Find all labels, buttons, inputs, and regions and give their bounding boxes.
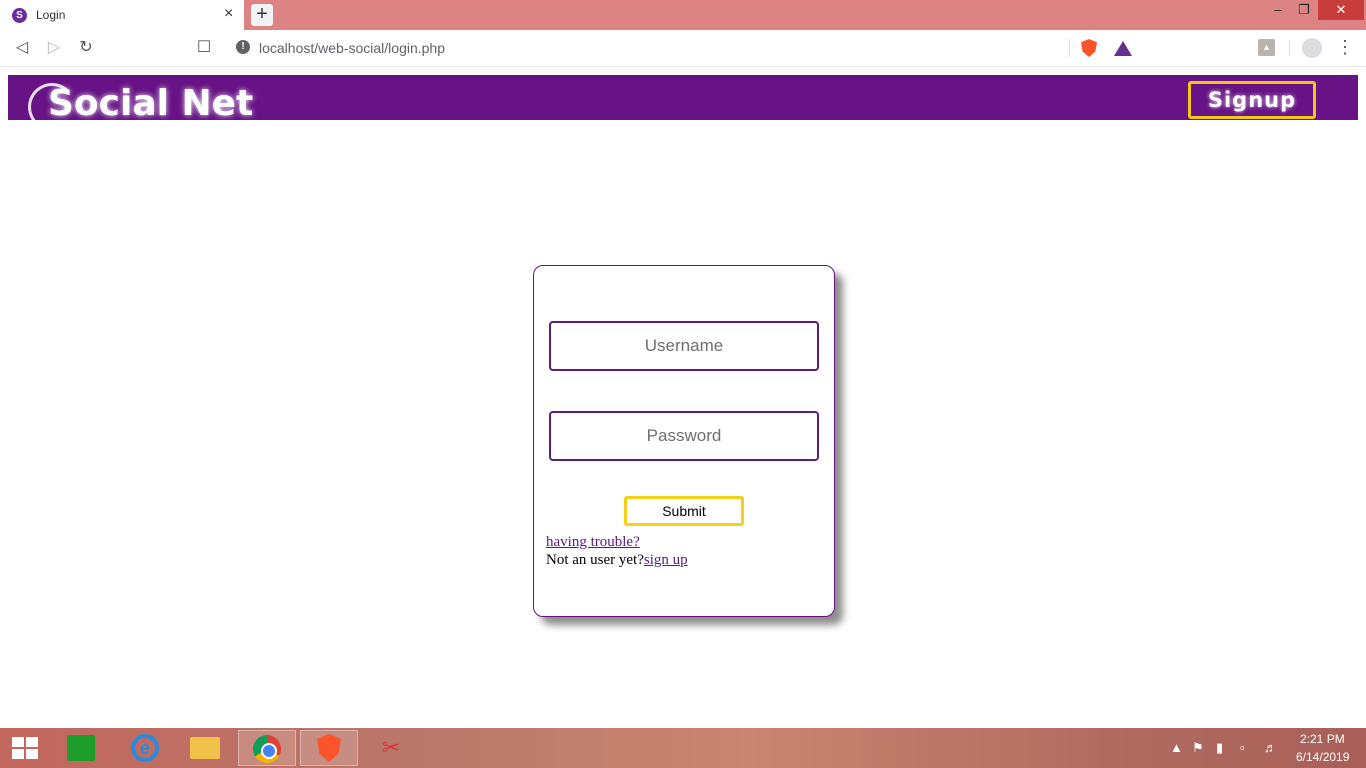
url-text[interactable]: localhost/web-social/login.php [259, 40, 445, 56]
omnibox-divider [1069, 39, 1070, 57]
bat-rewards-icon[interactable] [1114, 41, 1132, 56]
windows-start-icon[interactable] [12, 737, 38, 759]
restore-icon[interactable]: ❐ [1292, 0, 1316, 20]
battery-icon[interactable]: ▮ [1216, 738, 1223, 758]
chrome-icon[interactable] [253, 735, 281, 763]
browser-toolbar: ◁ ▷ ↻ ☐ ! localhost/web-social/login.php… [0, 30, 1366, 67]
tab-login[interactable]: S Login × [0, 0, 244, 30]
action-center-flag-icon[interactable]: ⚑ [1192, 738, 1204, 758]
show-hidden-icons-icon[interactable]: ▲ [1170, 738, 1183, 758]
signup-button[interactable]: Signup [1188, 81, 1316, 119]
menu-icon[interactable]: ⋮ [1336, 37, 1354, 57]
store-icon[interactable] [67, 735, 95, 761]
forward-arrow-icon[interactable]: ▷ [44, 38, 64, 58]
reload-icon[interactable]: ↻ [76, 38, 96, 58]
submit-button[interactable]: Submit [624, 496, 744, 526]
site-favicon-icon: S [12, 8, 27, 23]
profile-icon[interactable] [1302, 38, 1322, 58]
internet-explorer-icon[interactable]: e [131, 734, 159, 762]
minimize-icon[interactable]: – [1266, 0, 1290, 20]
tab-title: Login [36, 8, 66, 22]
username-input[interactable] [549, 321, 819, 371]
volume-icon[interactable]: ♬ [1264, 738, 1277, 758]
bookmark-icon[interactable]: ☐ [194, 38, 214, 58]
brave-shield-icon[interactable] [1081, 39, 1097, 57]
signup-prompt: Not an user yet?sign up [546, 552, 688, 569]
toolbar-divider [1289, 40, 1290, 56]
file-explorer-icon[interactable] [190, 737, 220, 759]
tab-close-icon[interactable]: × [224, 5, 233, 23]
sign-up-link[interactable]: sign up [644, 552, 688, 568]
taskbar: e ✂ ▲ ⚑ ▮ ▫ ♬ 2:21 PM 6/14/2019 [0, 728, 1366, 768]
network-signal-icon[interactable]: ▫ [1240, 738, 1245, 758]
password-input[interactable] [549, 411, 819, 461]
login-card: Submit having trouble? Not an user yet?s… [533, 265, 835, 617]
address-bar[interactable]: ! localhost/web-social/login.php [226, 34, 1141, 62]
new-tab-button[interactable]: + [251, 4, 273, 26]
screen: S Login × + – ❐ ✕ ◁ ▷ ↻ ☐ ! localhost/we… [0, 0, 1366, 768]
info-icon[interactable]: ! [236, 40, 250, 54]
tab-strip: S Login × + – ❐ ✕ [0, 0, 1366, 30]
clock-date[interactable]: 6/14/2019 [1296, 750, 1349, 764]
not-user-text: Not an user yet? [546, 552, 644, 568]
back-arrow-icon[interactable]: ◁ [12, 38, 32, 58]
snipping-tool-icon[interactable]: ✂ [376, 735, 406, 761]
site-logo[interactable]: Social Net [48, 83, 253, 120]
window-close-icon[interactable]: ✕ [1318, 0, 1364, 20]
having-trouble-link[interactable]: having trouble? [546, 534, 640, 551]
clock-time[interactable]: 2:21 PM [1300, 732, 1345, 746]
site-header: Social Net Signup [8, 75, 1358, 120]
pdf-extension-icon[interactable]: ▲ [1258, 39, 1275, 56]
